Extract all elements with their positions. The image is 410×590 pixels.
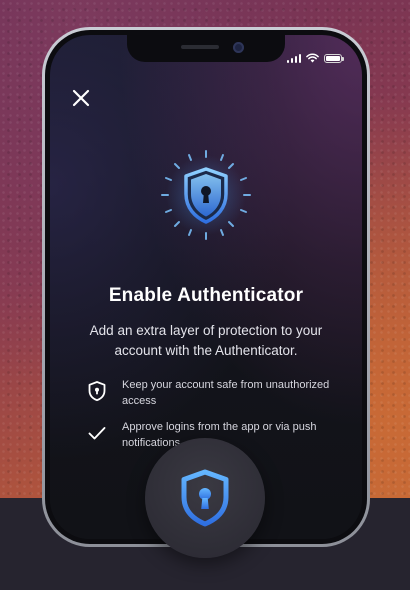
close-icon <box>72 89 90 107</box>
battery-icon <box>324 54 344 63</box>
wifi-icon <box>306 53 319 63</box>
status-bar-icons <box>286 53 344 63</box>
shield-keyhole-icon <box>181 469 229 527</box>
checkmark-icon <box>88 427 106 440</box>
shield-hero-graphic <box>158 147 254 243</box>
shield-keyhole-icon <box>161 150 251 240</box>
front-camera <box>233 42 244 53</box>
feature-item: Keep your account safe from unauthorized… <box>86 377 338 409</box>
feature-text: Keep your account safe from unauthorized… <box>122 379 330 407</box>
phone-notch <box>127 35 285 62</box>
cellular-signal-icon <box>286 54 301 63</box>
authenticator-badge-button[interactable] <box>145 438 265 558</box>
speaker-grille <box>181 45 219 49</box>
page-subtitle: Add an extra layer of protection to your… <box>89 323 323 358</box>
shield-lock-icon <box>88 381 106 402</box>
close-button[interactable] <box>66 83 96 113</box>
page-title: Enable Authenticator <box>108 285 304 306</box>
